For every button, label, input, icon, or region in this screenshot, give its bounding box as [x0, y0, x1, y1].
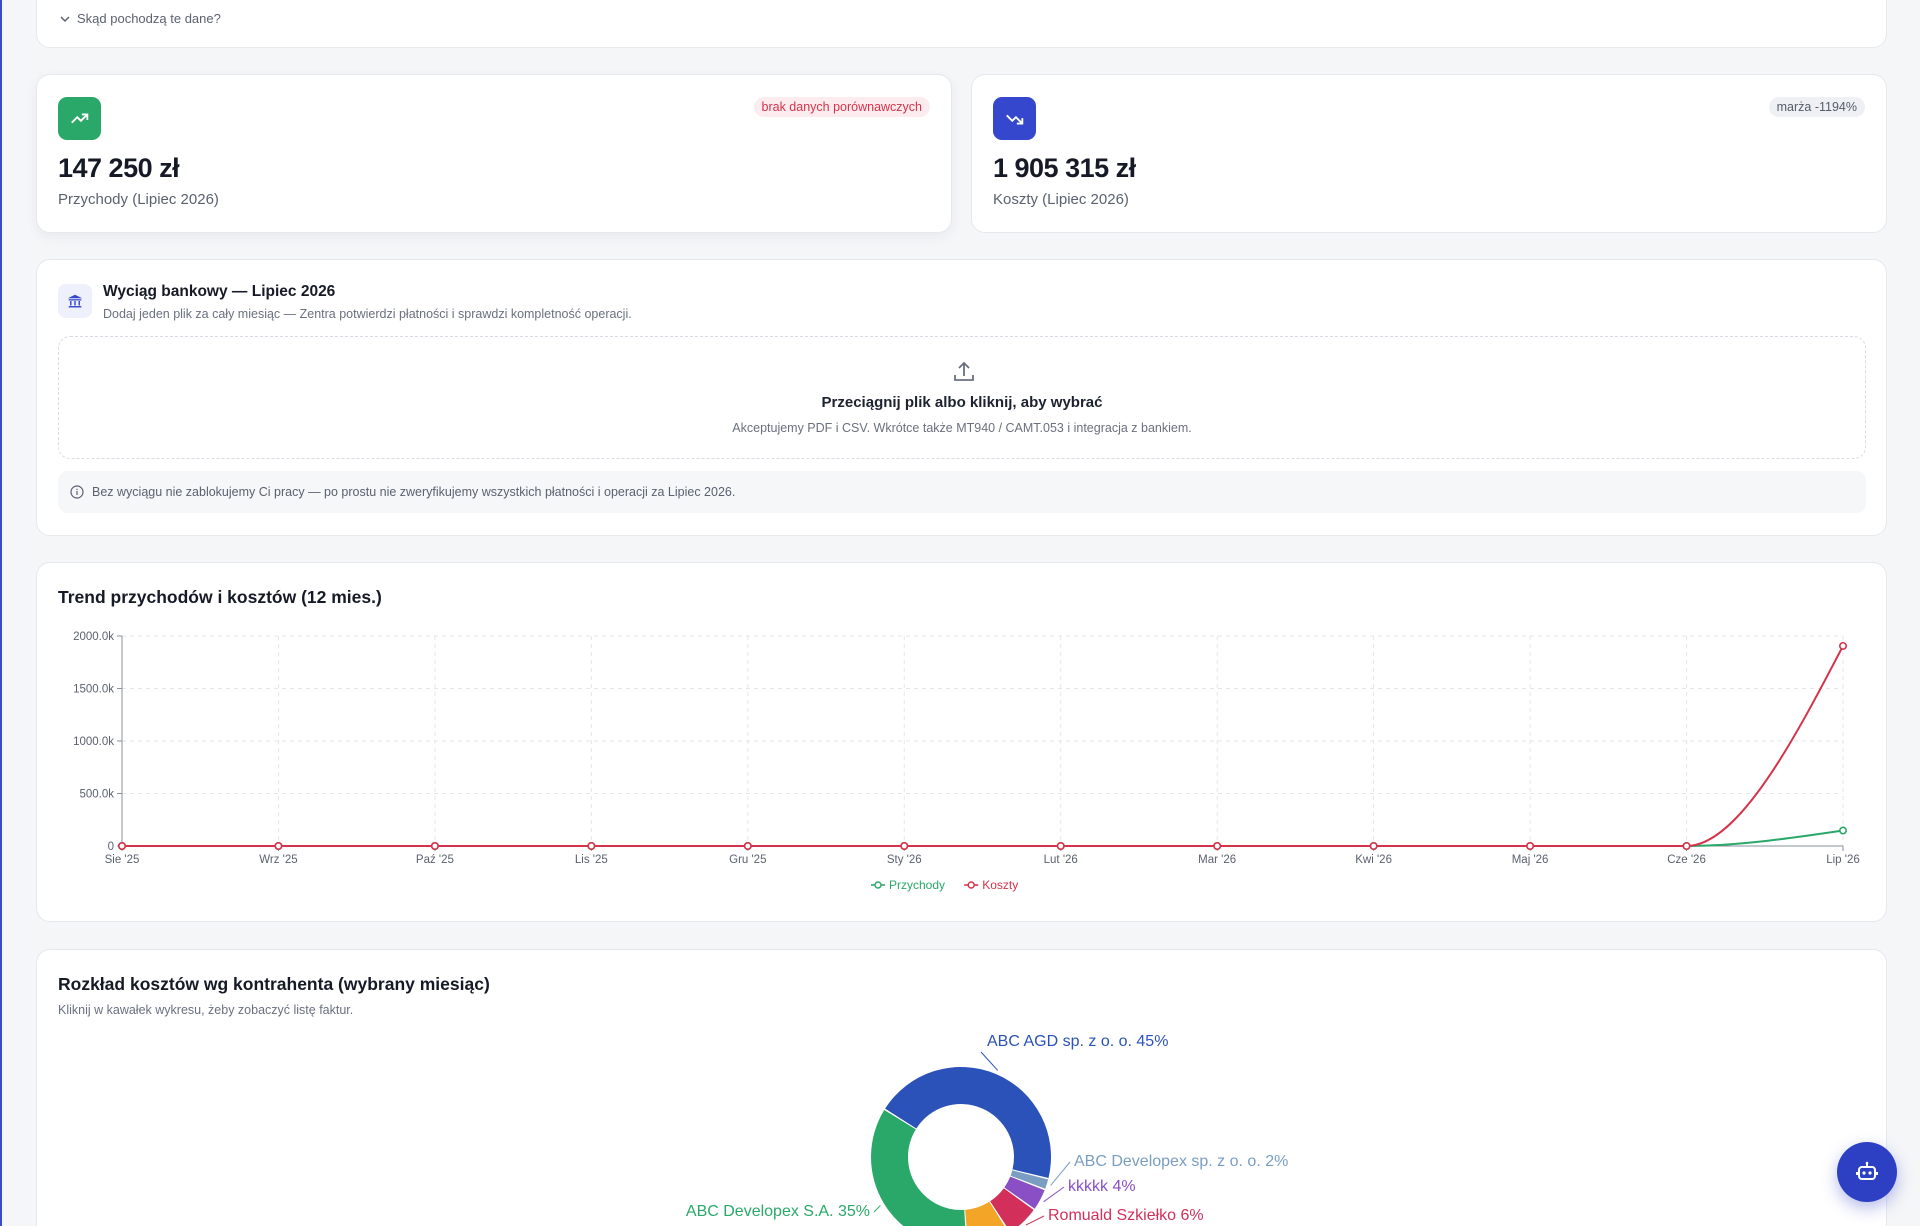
trending-down-icon	[993, 97, 1036, 140]
slice-label-leader	[873, 1205, 881, 1213]
y-tick-label: 1000.0k	[73, 736, 114, 748]
slice-label: kkkkk 4%	[1068, 1178, 1136, 1195]
income-value: 147 250 zł	[58, 153, 180, 183]
margin-badge: marża -1194%	[1768, 97, 1865, 117]
trend-chart: 0 500.0k 1000.0k 1500.0k 2000.0k Sie '25 Wrz '…	[73, 631, 1860, 892]
legend-label: Koszty	[982, 878, 1018, 892]
data-source-toggle[interactable]: Skąd pochodzą te dane?	[59, 11, 221, 26]
x-tick-label: Gru '25	[729, 854, 766, 866]
data-point-koszty	[1682, 841, 1691, 850]
slice-label-leader	[1043, 1186, 1065, 1203]
bank-info-note: Bez wyciągu nie zablokujemy Ci pracy — p…	[58, 471, 1866, 513]
donut-slice[interactable]	[871, 1109, 966, 1226]
x-tick-label: Sty '26	[887, 854, 922, 866]
costs-stat-card: marża -1194% 1 905 315 zł Koszty (Lipiec…	[971, 74, 1887, 233]
data-source-card: Skąd pochodzą te dane?	[36, 0, 1887, 48]
assistant-button[interactable]	[1837, 1142, 1897, 1202]
data-point-koszty	[1056, 841, 1065, 850]
data-point-koszty	[1526, 841, 1535, 850]
legend-marker-dot	[967, 881, 975, 889]
x-tick-label: Lis '25	[575, 854, 608, 866]
slice-label: Romuald Szkiełko 6%	[1048, 1207, 1204, 1224]
data-point-przychody	[1839, 826, 1848, 835]
x-tick-label: Maj '26	[1512, 854, 1549, 866]
donut-slice[interactable]	[885, 1066, 1051, 1178]
chevron-down-icon	[60, 15, 70, 22]
slice-label-leader	[1025, 1215, 1045, 1226]
costs-donut-chart: ABC AGD sp. z o. o. 45% ABC Developex sp.…	[686, 1033, 1288, 1226]
trending-up-icon	[58, 97, 101, 140]
data-point-koszty	[1839, 641, 1848, 650]
x-tick-label: Lut '26	[1044, 854, 1078, 866]
series-line-przychody	[121, 829, 1844, 847]
dropzone-subtitle: Akceptujemy PDF i CSV. Wkrótce także MT9…	[732, 421, 1192, 435]
series-line-koszty	[121, 645, 1844, 847]
dropzone-title: Przeciągnij plik albo kliknij, aby wybra…	[821, 394, 1103, 411]
slice-label: ABC Developex S.A. 35%	[686, 1203, 870, 1220]
slice-label: ABC Developex sp. z o. o. 2%	[1074, 1153, 1288, 1170]
trend-card: Trend przychodów i kosztów (12 mies.) 05…	[36, 562, 1887, 922]
bank-statement-card: Wyciąg bankowy — Lipiec 2026 Dodaj jeden…	[36, 259, 1887, 536]
y-tick-label: 0	[108, 841, 114, 853]
x-tick-label: Kwi '26	[1355, 854, 1392, 866]
x-tick-label: Cze '26	[1667, 854, 1706, 866]
costs-breakdown-card: Rozkład kosztów wg kontrahenta (wybrany …	[36, 949, 1887, 1226]
file-dropzone[interactable]: Przeciągnij plik albo kliknij, aby wybra…	[58, 336, 1866, 459]
data-source-label: Skąd pochodzą te dane?	[77, 11, 221, 26]
x-tick-label: Sie '25	[105, 854, 140, 866]
income-label: Przychody (Lipiec 2026)	[58, 191, 219, 208]
data-point-koszty	[1213, 841, 1222, 850]
costs-label: Koszty (Lipiec 2026)	[993, 191, 1129, 208]
bank-icon	[58, 284, 92, 318]
x-tick-label: Mar '26	[1198, 854, 1236, 866]
data-point-koszty	[743, 841, 752, 850]
bank-statement-title: Wyciąg bankowy — Lipiec 2026	[103, 283, 336, 300]
robot-icon	[1856, 1161, 1878, 1180]
left-rail	[0, 0, 2, 1226]
legend-label: Przychody	[889, 878, 945, 892]
slice-label: ABC AGD sp. z o. o. 45%	[987, 1033, 1168, 1050]
data-point-koszty	[1369, 841, 1378, 850]
costs-value: 1 905 315 zł	[993, 153, 1136, 183]
income-stat-card: brak danych porównawczych 147 250 zł Prz…	[36, 74, 952, 233]
y-tick-label: 500.0k	[79, 789, 114, 801]
data-point-koszty	[118, 841, 127, 850]
x-tick-label: Paź '25	[416, 854, 454, 866]
comparison-badge: brak danych porównawczych	[753, 97, 930, 117]
data-point-koszty	[900, 841, 909, 850]
upload-icon	[954, 361, 974, 381]
data-point-koszty	[274, 841, 283, 850]
data-point-koszty	[430, 841, 439, 850]
legend-marker-dot	[874, 881, 882, 889]
bank-info-text: Bez wyciągu nie zablokujemy Ci pracy — p…	[92, 485, 736, 499]
info-icon	[70, 485, 84, 499]
y-tick-label: 2000.0k	[73, 631, 114, 643]
data-point-koszty	[587, 841, 596, 850]
bank-statement-subtitle: Dodaj jeden plik za cały miesiąc — Zentr…	[103, 307, 632, 321]
y-tick-label: 1500.0k	[73, 684, 114, 696]
x-tick-label: Wrz '25	[259, 854, 297, 866]
slice-label-leader	[980, 1051, 999, 1071]
x-tick-label: Lip '26	[1826, 854, 1860, 866]
